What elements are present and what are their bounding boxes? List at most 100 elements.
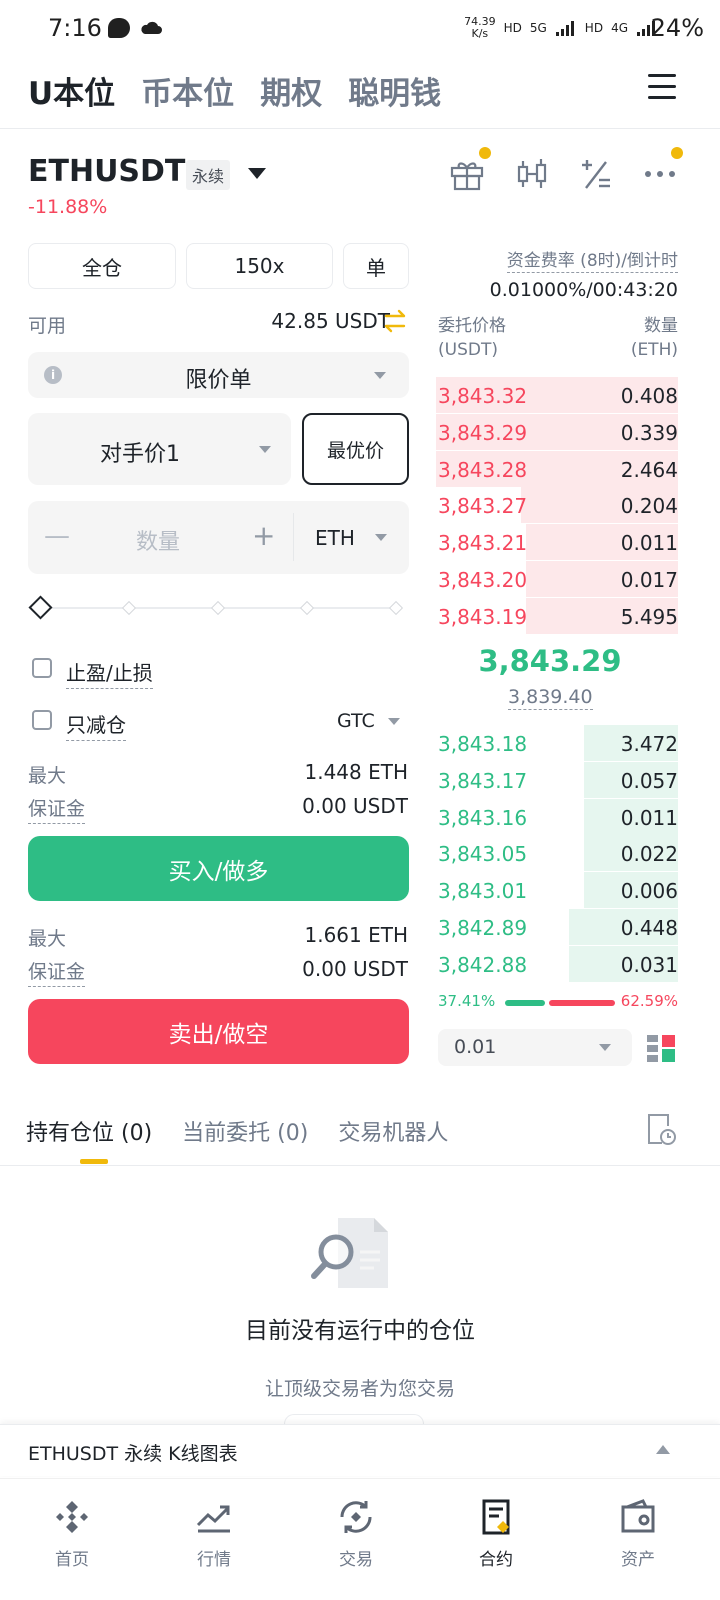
ask-quantity: 0.408 bbox=[620, 384, 678, 408]
bid-quantity: 0.448 bbox=[620, 916, 678, 940]
best-price-button[interactable]: 最优价 bbox=[302, 413, 409, 485]
reduce-only-checkbox[interactable] bbox=[32, 710, 52, 730]
chevron-down-icon bbox=[374, 372, 386, 379]
sell-ratio: 62.59% bbox=[620, 992, 678, 1010]
tab-trading-bots[interactable]: 交易机器人 bbox=[338, 1115, 448, 1147]
gift-notification-dot bbox=[479, 147, 491, 159]
decrease-icon[interactable]: — bbox=[44, 521, 70, 551]
ask-row[interactable]: 3,843.27 0.204 bbox=[436, 487, 678, 524]
orderbook-layout-icon[interactable] bbox=[646, 1033, 676, 1063]
tp-sl-label[interactable]: 止盈/止损 bbox=[66, 657, 153, 689]
amount-slider-handle[interactable] bbox=[28, 595, 53, 620]
sell-ratio-bar bbox=[549, 1000, 615, 1006]
precision-value: 0.01 bbox=[454, 1036, 497, 1058]
network-4g: 4G bbox=[611, 21, 628, 35]
precision-select[interactable]: 0.01 bbox=[438, 1029, 632, 1066]
sell-max-value: 1.661 ETH bbox=[304, 923, 408, 947]
order-type-select[interactable]: i 限价单 bbox=[28, 352, 409, 398]
bid-row[interactable]: 3,843.16 0.011 bbox=[436, 798, 678, 835]
net-speed: 74.39 K/s bbox=[464, 15, 496, 40]
quantity-unit[interactable]: ETH bbox=[315, 526, 355, 550]
ask-row[interactable]: 3,843.32 0.408 bbox=[436, 377, 678, 413]
sell-short-button[interactable]: 卖出/做空 bbox=[28, 999, 409, 1064]
bid-price: 3,842.89 bbox=[438, 916, 528, 940]
time-in-force-select[interactable]: GTC bbox=[337, 710, 375, 732]
tab-coin-margined[interactable]: 币本位 bbox=[141, 68, 234, 113]
nav-assets[interactable]: 资产 bbox=[566, 1479, 710, 1579]
nav-trade[interactable]: 交易 bbox=[284, 1479, 428, 1579]
slider-node-50[interactable] bbox=[210, 600, 226, 616]
sell-margin-value: 0.00 USDT bbox=[302, 957, 408, 981]
calculator-icon[interactable] bbox=[578, 156, 614, 192]
bid-row[interactable]: 3,842.89 0.448 bbox=[436, 909, 678, 945]
ask-row[interactable]: 3,843.19 5.495 bbox=[436, 597, 678, 634]
candlestick-icon[interactable] bbox=[514, 156, 550, 192]
tab-smart-money[interactable]: 聪明钱 bbox=[348, 68, 441, 113]
signal-icon bbox=[555, 21, 574, 36]
cloud-icon bbox=[141, 21, 162, 34]
bid-price: 3,843.18 bbox=[438, 732, 528, 756]
nav-futures[interactable]: 合约 bbox=[424, 1479, 568, 1579]
bid-quantity: 0.006 bbox=[620, 879, 678, 904]
more-icon[interactable] bbox=[642, 156, 678, 192]
active-tab-indicator bbox=[80, 1159, 108, 1164]
nav-home[interactable]: 首页 bbox=[0, 1479, 144, 1579]
tab-options[interactable]: 期权 bbox=[260, 68, 322, 113]
bid-row[interactable]: 3,843.17 0.057 bbox=[436, 761, 678, 798]
gift-icon[interactable] bbox=[449, 156, 485, 192]
transfer-icon[interactable] bbox=[382, 308, 408, 334]
price-type-select[interactable]: 对手价1 bbox=[28, 413, 291, 485]
buy-margin-label: 保证金 bbox=[28, 794, 86, 824]
buy-max-value: 1.448 ETH bbox=[304, 760, 408, 784]
hamburger-menu-icon[interactable] bbox=[648, 74, 676, 100]
tab-open-orders[interactable]: 当前委托 (0) bbox=[182, 1115, 308, 1147]
quantity-field[interactable]: — 数量 + ETH bbox=[28, 501, 409, 574]
ask-price: 3,843.19 bbox=[438, 604, 528, 629]
position-mode-button[interactable]: 单 bbox=[343, 243, 409, 289]
position-tabs: 持有仓位 (0) 当前委托 (0) 交易机器人 bbox=[26, 1115, 448, 1147]
ask-row[interactable]: 3,843.28 2.464 bbox=[436, 450, 678, 487]
leverage-button[interactable]: 150x bbox=[186, 243, 333, 289]
funding-rate-label[interactable]: 资金费率 (8时)/倒计时 bbox=[506, 246, 678, 273]
ask-quantity: 5.495 bbox=[620, 604, 678, 629]
slider-node-100[interactable] bbox=[388, 600, 404, 616]
bid-quantity: 0.011 bbox=[620, 805, 678, 830]
ask-row[interactable]: 3,843.20 0.017 bbox=[436, 561, 678, 597]
symbol-name[interactable]: ETHUSDT bbox=[28, 154, 185, 189]
order-history-icon[interactable] bbox=[646, 1112, 676, 1146]
kline-chart-bar[interactable]: ETHUSDT 永续 K线图表 bbox=[0, 1424, 720, 1476]
order-type-label: 限价单 bbox=[185, 368, 252, 393]
status-indicators: 74.39 K/s HD 5G HD 4G bbox=[464, 16, 658, 40]
margin-mode-button[interactable]: 全仓 bbox=[28, 243, 176, 289]
ask-row[interactable]: 3,843.21 0.011 bbox=[436, 524, 678, 561]
sell-max-label: 最大 bbox=[28, 928, 67, 950]
tab-positions[interactable]: 持有仓位 (0) bbox=[26, 1115, 152, 1147]
reduce-only-label[interactable]: 只减仓 bbox=[66, 709, 126, 741]
kline-chart-label: ETHUSDT 永续 K线图表 bbox=[28, 1443, 238, 1465]
slider-node-25[interactable] bbox=[121, 600, 137, 616]
increase-icon[interactable]: + bbox=[252, 519, 275, 552]
ask-quantity: 0.017 bbox=[620, 568, 678, 592]
buy-margin-value: 0.00 USDT bbox=[302, 794, 408, 818]
bid-row[interactable]: 3,843.01 0.006 bbox=[436, 872, 678, 909]
mark-price[interactable]: 3,839.40 bbox=[508, 686, 593, 710]
bid-row[interactable]: 3,843.18 3.472 bbox=[436, 725, 678, 761]
bid-row[interactable]: 3,842.88 0.031 bbox=[436, 945, 678, 982]
ask-quantity: 0.339 bbox=[620, 420, 678, 445]
tab-u-margined[interactable]: U本位 bbox=[28, 68, 115, 113]
bid-price: 3,842.88 bbox=[438, 952, 528, 977]
home-icon bbox=[56, 1501, 88, 1533]
slider-node-75[interactable] bbox=[299, 600, 315, 616]
bid-row[interactable]: 3,843.05 0.022 bbox=[436, 835, 678, 872]
tp-sl-checkbox[interactable] bbox=[32, 658, 52, 678]
buy-long-button[interactable]: 买入/做多 bbox=[28, 836, 409, 901]
bid-price: 3,843.16 bbox=[438, 805, 528, 830]
ask-price: 3,843.29 bbox=[438, 420, 528, 445]
nav-markets[interactable]: 行情 bbox=[142, 1479, 286, 1579]
ask-quantity: 2.464 bbox=[620, 457, 678, 482]
ask-price: 3,843.32 bbox=[438, 384, 528, 408]
symbol-dropdown-icon[interactable] bbox=[248, 168, 266, 179]
quantity-input[interactable]: 数量 bbox=[136, 524, 180, 556]
chevron-up-icon[interactable] bbox=[656, 1445, 670, 1454]
ask-row[interactable]: 3,843.29 0.339 bbox=[436, 413, 678, 450]
